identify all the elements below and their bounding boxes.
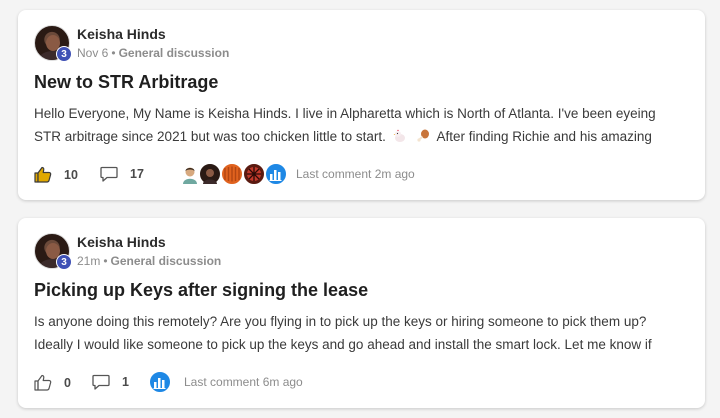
level-badge: 3 [56, 46, 72, 62]
commenter-avatars[interactable] [148, 370, 178, 394]
level-badge: 3 [56, 254, 72, 270]
author-name[interactable]: Keisha Hinds [77, 234, 166, 250]
last-comment: Last comment 2m ago [296, 167, 415, 181]
post-time: Nov 6 [77, 46, 109, 60]
post-meta: Nov 6 • General discussion [77, 46, 229, 60]
chicken-leg-emoji-icon [417, 129, 430, 142]
comment-button[interactable]: 17 [100, 166, 144, 182]
like-button[interactable]: 0 [34, 374, 71, 391]
comment-count: 1 [122, 375, 129, 389]
comment-icon [100, 166, 118, 182]
like-button[interactable]: 10 [34, 166, 78, 183]
thumbs-up-icon [34, 374, 52, 391]
post-meta: 21m • General discussion [77, 254, 221, 268]
author-avatar[interactable]: 3 [34, 25, 72, 63]
meta-separator: • [111, 46, 116, 60]
post-body-line: Hello Everyone, My Name is Keisha Hinds.… [34, 106, 656, 121]
thumbs-up-icon [34, 166, 52, 183]
post-time: 21m [77, 254, 101, 268]
post-card[interactable]: 3 Keisha Hinds 21m • General discussion Pi… [18, 218, 705, 408]
post-footer: 0 1 Last comment 6m ago [34, 370, 694, 396]
post-footer: 10 17 Last comment 2m ago [34, 162, 694, 188]
chicken-emoji-icon [393, 129, 405, 142]
post-body: Is anyone doing this remotely? Are you f… [34, 310, 694, 356]
post-card[interactable]: 3 Keisha Hinds Nov 6 • General discussion … [18, 10, 705, 200]
post-body-line: Ideally I would like someone to pick up … [34, 337, 652, 352]
red-pattern-avatar[interactable] [242, 162, 266, 186]
comment-count: 17 [130, 167, 144, 181]
chart-logo-avatar[interactable] [264, 162, 288, 186]
post-title[interactable]: New to STR Arbitrage [34, 72, 218, 93]
post-body-line: STR arbitrage since 2021 but was too chi… [34, 129, 652, 144]
last-comment: Last comment 6m ago [184, 375, 303, 389]
post-body: Hello Everyone, My Name is Keisha Hinds.… [34, 102, 694, 148]
post-body-line: Is anyone doing this remotely? Are you f… [34, 314, 647, 329]
commenter-avatars[interactable] [162, 162, 288, 186]
dark-avatar[interactable] [198, 162, 222, 186]
author-avatar[interactable]: 3 [34, 233, 72, 271]
post-title[interactable]: Picking up Keys after signing the lease [34, 280, 368, 301]
orange-avatar[interactable] [220, 162, 244, 186]
like-count: 10 [64, 167, 78, 182]
like-count: 0 [64, 375, 71, 390]
chart-logo-avatar[interactable] [148, 370, 172, 394]
post-category[interactable]: General discussion [119, 46, 230, 60]
author-name[interactable]: Keisha Hinds [77, 26, 166, 42]
meta-separator: • [103, 254, 108, 268]
post-category[interactable]: General discussion [111, 254, 222, 268]
comment-button[interactable]: 1 [92, 374, 129, 390]
comment-icon [92, 374, 110, 390]
